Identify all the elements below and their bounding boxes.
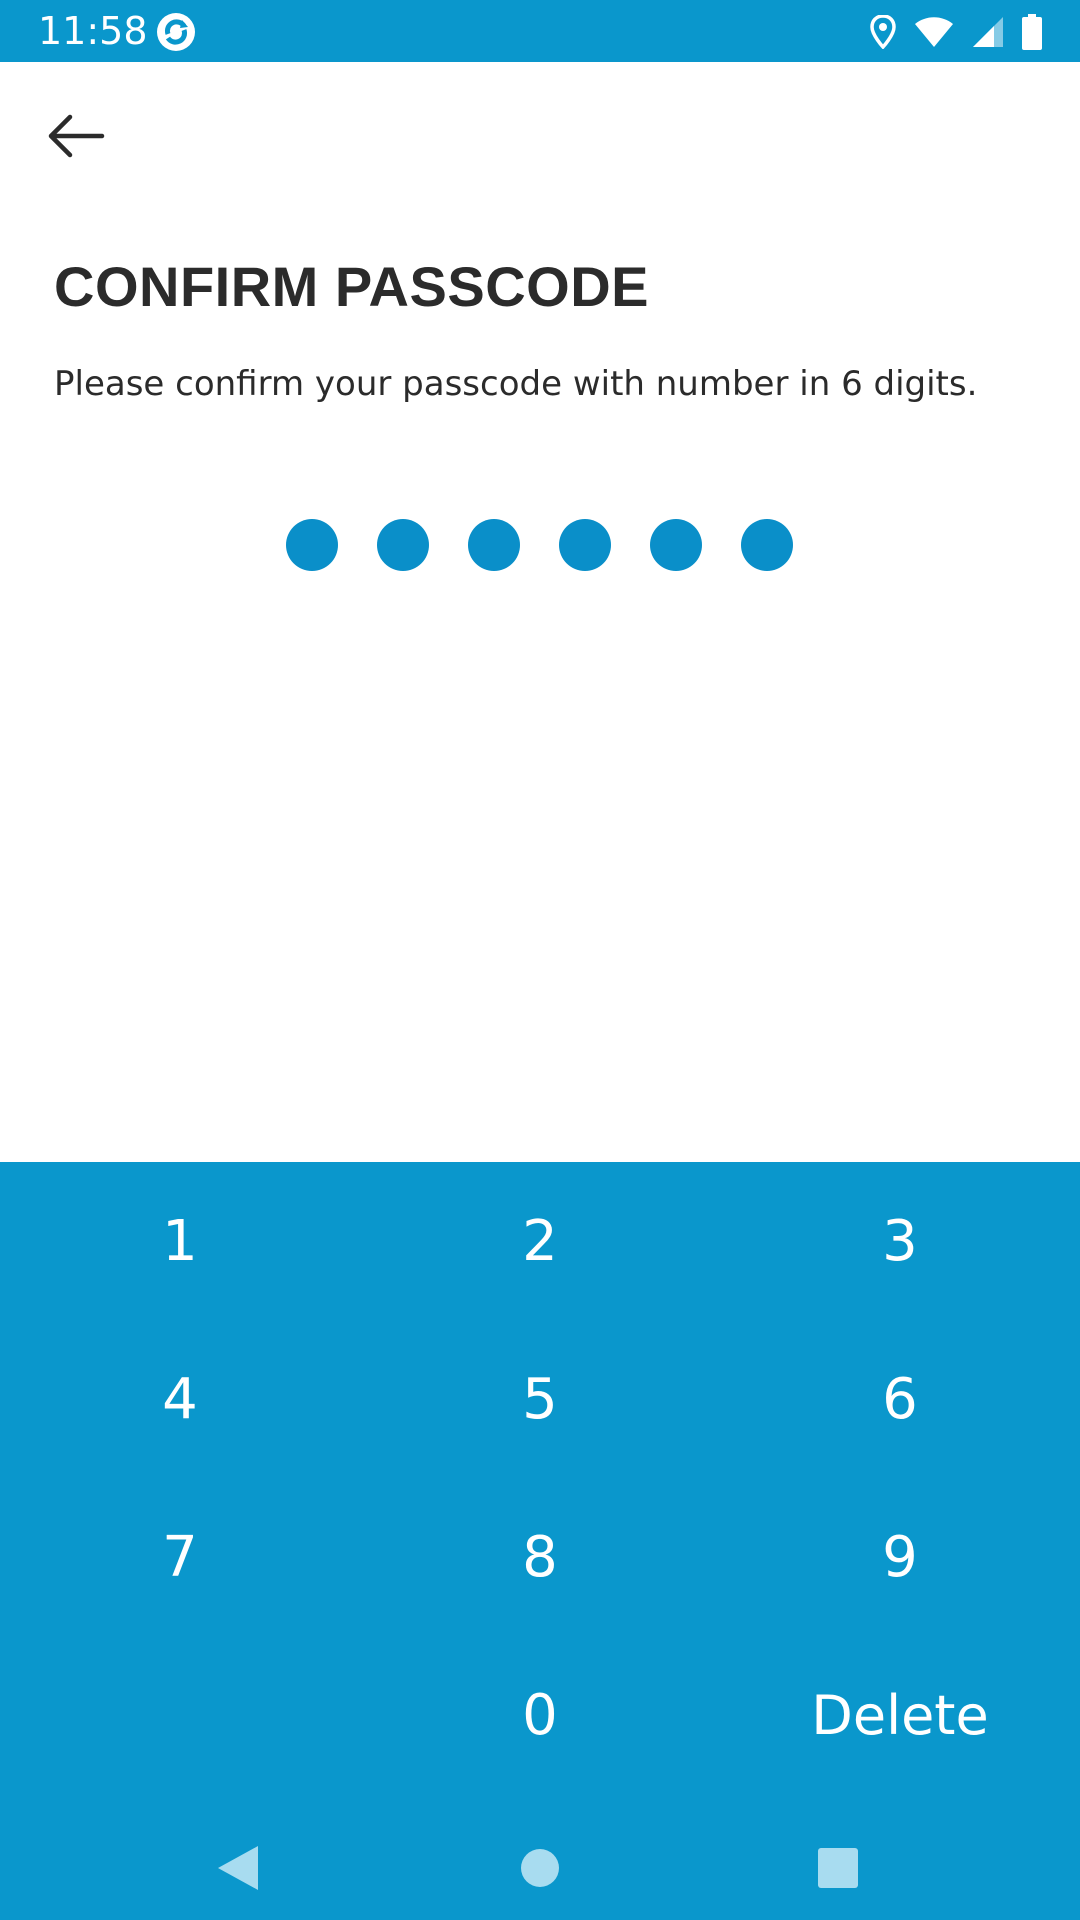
nav-home-icon bbox=[521, 1849, 559, 1887]
passcode-dot bbox=[650, 519, 702, 571]
passcode-dot bbox=[741, 519, 793, 571]
wifi-icon bbox=[914, 16, 954, 48]
nav-recents-button[interactable] bbox=[798, 1828, 878, 1908]
keypad-empty-slot bbox=[0, 1636, 360, 1794]
keypad-key-3[interactable]: 3 bbox=[720, 1162, 1080, 1320]
keypad-key-6[interactable]: 6 bbox=[720, 1320, 1080, 1478]
nav-home-button[interactable] bbox=[500, 1828, 580, 1908]
passcode-dot bbox=[286, 519, 338, 571]
arrow-left-icon bbox=[48, 114, 105, 158]
location-icon bbox=[870, 15, 896, 49]
nav-back-button[interactable] bbox=[198, 1828, 278, 1908]
status-time: 11:58 bbox=[38, 9, 148, 53]
keypad-key-9[interactable]: 9 bbox=[720, 1478, 1080, 1636]
passcode-dot bbox=[559, 519, 611, 571]
keypad-key-2[interactable]: 2 bbox=[360, 1162, 720, 1320]
keypad-key-7[interactable]: 7 bbox=[0, 1478, 360, 1636]
battery-icon bbox=[1022, 14, 1042, 50]
page-subtitle: Please confirm your passcode with number… bbox=[54, 364, 978, 404]
page-title: CONFIRM PASSCODE bbox=[54, 255, 649, 318]
status-icons bbox=[870, 12, 1042, 52]
delete-button[interactable]: Delete bbox=[720, 1636, 1080, 1794]
signal-icon bbox=[972, 16, 1004, 48]
sync-app-icon bbox=[156, 12, 196, 52]
back-button[interactable] bbox=[36, 96, 116, 176]
nav-recents-icon bbox=[818, 1848, 858, 1888]
keypad-key-4[interactable]: 4 bbox=[0, 1320, 360, 1478]
passcode-dots bbox=[286, 519, 793, 571]
keypad-key-0[interactable]: 0 bbox=[360, 1636, 720, 1794]
keypad-key-1[interactable]: 1 bbox=[0, 1162, 360, 1320]
nav-back-icon bbox=[218, 1846, 258, 1890]
passcode-dot bbox=[468, 519, 520, 571]
keypad-key-8[interactable]: 8 bbox=[360, 1478, 720, 1636]
navigation-bar bbox=[0, 1810, 1080, 1920]
passcode-dot bbox=[377, 519, 429, 571]
status-bar: 11:58 bbox=[0, 0, 1080, 62]
keypad-key-5[interactable]: 5 bbox=[360, 1320, 720, 1478]
number-keypad: 1 2 3 4 5 6 7 8 9 0 Delete bbox=[0, 1162, 1080, 1810]
